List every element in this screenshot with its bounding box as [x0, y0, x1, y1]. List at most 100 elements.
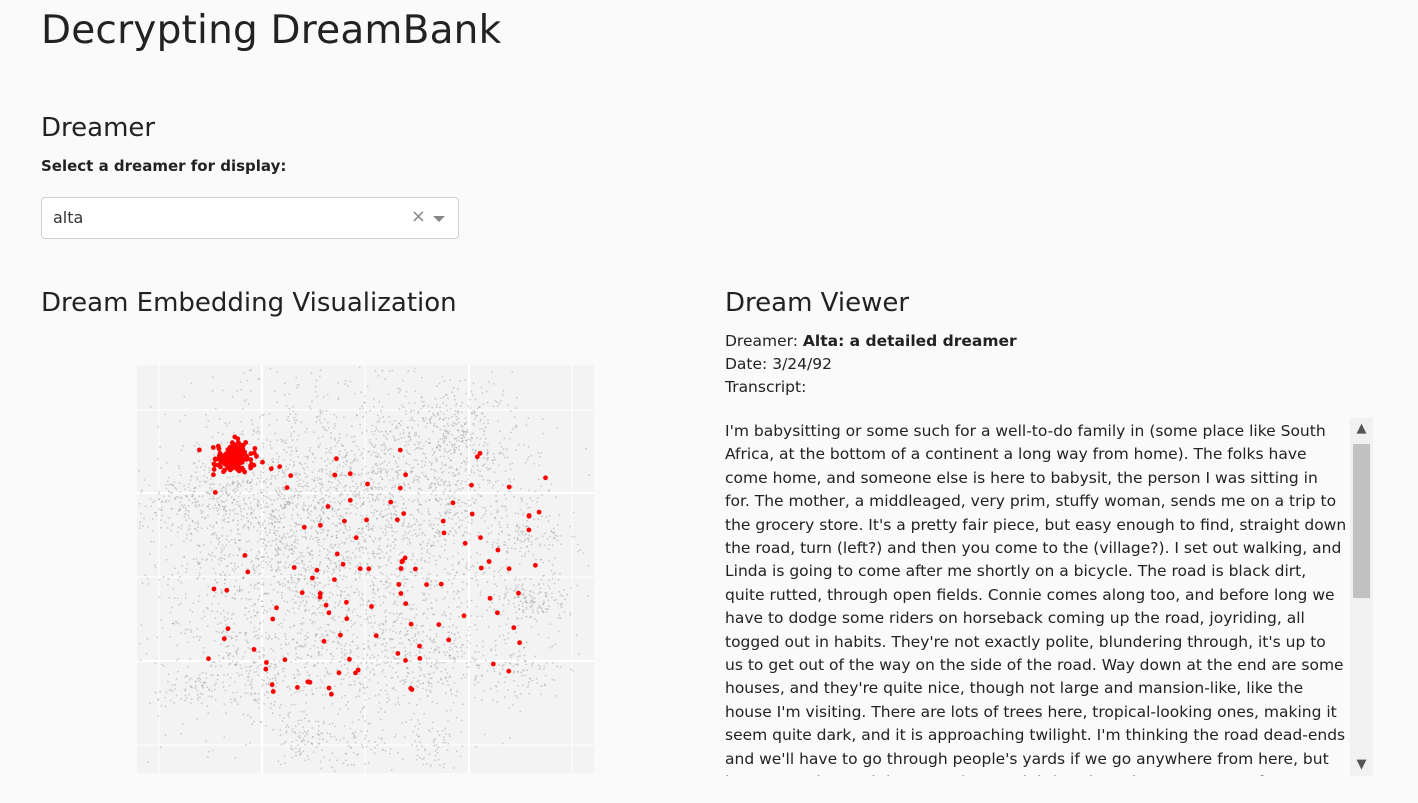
embedding-point	[302, 509, 305, 511]
embedding-point	[285, 441, 287, 444]
embedding-point	[248, 491, 251, 493]
embedding-point	[198, 639, 201, 642]
embedding-point	[390, 660, 392, 663]
embedding-point	[523, 654, 526, 657]
embedding-point	[298, 556, 300, 559]
embedding-point	[379, 604, 382, 607]
embedding-point	[455, 489, 458, 492]
embedding-point	[439, 428, 442, 431]
embedding-point	[423, 404, 426, 407]
embedding-point	[345, 576, 348, 578]
embedding-point	[300, 490, 302, 493]
embedding-point	[536, 682, 539, 684]
embedding-point	[160, 705, 163, 707]
embedding-point	[332, 568, 334, 571]
embedding-point	[244, 651, 247, 654]
embedding-point	[180, 504, 183, 506]
embedding-point	[474, 651, 477, 653]
embedding-point	[257, 426, 259, 429]
embedding-point	[277, 487, 280, 489]
embedding-point	[309, 514, 312, 516]
dreamer-select[interactable]: alta ×	[41, 197, 459, 239]
embedding-point	[461, 545, 464, 547]
embedding-point	[486, 670, 489, 672]
embedding-point	[310, 504, 313, 507]
embedding-point	[466, 531, 469, 534]
embedding-point	[434, 755, 437, 757]
embedding-point	[251, 479, 254, 481]
embedding-point	[317, 729, 320, 732]
embedding-point	[443, 661, 446, 664]
embedding-point	[260, 583, 263, 586]
embedding-point	[492, 383, 495, 385]
embedding-point	[307, 720, 310, 722]
embedding-point	[529, 578, 532, 580]
embedding-point	[284, 567, 287, 569]
embedding-point	[523, 669, 525, 672]
embedding-point	[404, 530, 407, 533]
embedding-point	[288, 586, 291, 589]
embedding-point	[433, 534, 436, 537]
embedding-point	[479, 495, 482, 498]
embedding-point	[361, 452, 363, 454]
embedding-point	[367, 599, 370, 602]
embedding-point	[294, 658, 297, 661]
embedding-point	[142, 525, 144, 527]
embedding-point	[273, 700, 276, 703]
embedding-point	[513, 596, 516, 599]
embedding-point	[236, 475, 239, 478]
embedding-point	[449, 459, 452, 462]
embedding-point	[483, 444, 485, 447]
embedding-point	[452, 475, 455, 477]
embedding-point	[277, 623, 280, 626]
embedding-point	[417, 446, 420, 449]
embedding-point	[397, 457, 400, 459]
embedding-point	[221, 389, 224, 392]
embedding-point	[359, 423, 362, 426]
embedding-point	[435, 406, 438, 409]
embedding-point	[180, 632, 183, 634]
chevron-down-icon[interactable]	[433, 216, 445, 222]
embedding-point	[451, 518, 453, 520]
embedding-point	[313, 480, 315, 482]
embedding-point	[331, 460, 334, 463]
embedding-point	[356, 485, 359, 488]
embedding-point	[449, 735, 451, 738]
selected-dream-point[interactable]	[260, 459, 265, 465]
embedding-point	[263, 538, 266, 541]
embedding-plot-svg[interactable]	[137, 365, 594, 773]
embedding-point	[438, 535, 441, 538]
embedding-point	[179, 420, 181, 423]
embedding-point	[170, 483, 173, 486]
embedding-point	[322, 507, 324, 510]
embedding-point	[382, 595, 385, 598]
embedding-point	[335, 564, 337, 567]
embedding-scatter-plot[interactable]	[137, 365, 594, 773]
embedding-point	[316, 479, 319, 481]
embedding-point	[557, 602, 559, 605]
embedding-point	[331, 515, 334, 518]
embedding-point	[441, 471, 443, 474]
embedding-point	[228, 684, 231, 687]
embedding-point	[190, 631, 192, 633]
embedding-point	[321, 435, 324, 438]
embedding-point	[437, 746, 440, 749]
embedding-point	[250, 686, 253, 688]
embedding-point	[140, 512, 142, 515]
embedding-point	[300, 573, 303, 576]
embedding-point	[517, 583, 520, 586]
embedding-point	[293, 550, 295, 553]
embedding-point	[400, 437, 403, 439]
embedding-point	[269, 707, 272, 709]
embedding-point	[386, 586, 389, 589]
clear-selection-icon[interactable]: ×	[411, 206, 426, 227]
embedding-point	[554, 643, 557, 645]
embedding-point	[408, 660, 411, 662]
embedding-point	[389, 752, 392, 755]
embedding-point	[355, 414, 358, 417]
embedding-point	[362, 715, 364, 718]
selected-dream-point[interactable]	[252, 446, 258, 451]
embedding-point	[433, 425, 435, 427]
embedding-point	[219, 490, 222, 493]
embedding-point	[483, 733, 486, 736]
